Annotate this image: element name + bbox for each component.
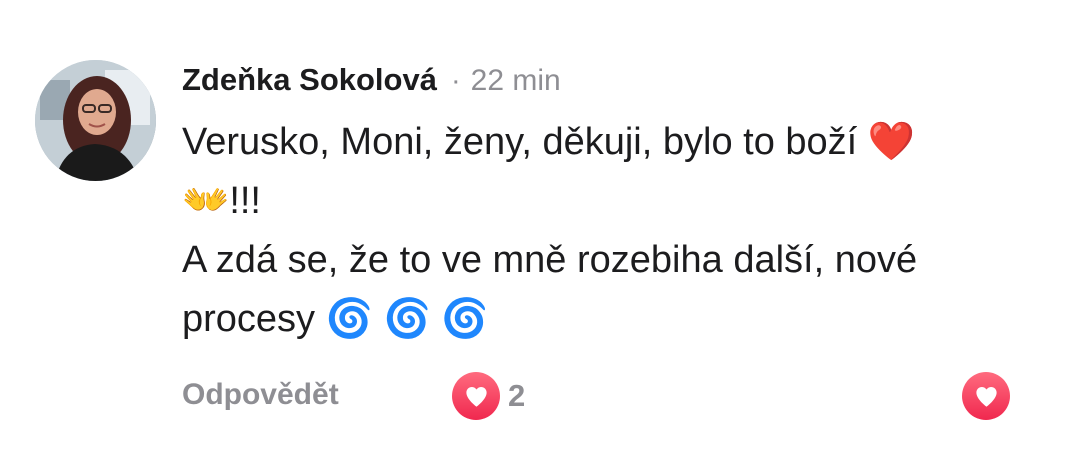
reply-button[interactable]: Odpovědět — [182, 378, 339, 412]
separator-dot: · — [450, 65, 461, 97]
author-name[interactable]: Zdeňka Sokolová — [182, 62, 437, 98]
reaction-count[interactable]: 2 — [508, 378, 525, 414]
heart-icon[interactable] — [452, 372, 500, 420]
like-heart-icon[interactable] — [962, 372, 1010, 420]
comment-body: Zdeňka Sokolová · 22 min Verusko, Moni, … — [182, 62, 1062, 349]
comment-timestamp: 22 min — [470, 64, 561, 97]
comment-header: Zdeňka Sokolová · 22 min — [182, 62, 1062, 108]
comment-actions: Odpovědět 2 — [182, 372, 1032, 422]
comment-text: Verusko, Moni, ženy, děkuji, bylo to bož… — [182, 121, 918, 340]
previous-comment-text-fragment — [96, 0, 544, 4]
avatar[interactable] — [35, 60, 156, 181]
